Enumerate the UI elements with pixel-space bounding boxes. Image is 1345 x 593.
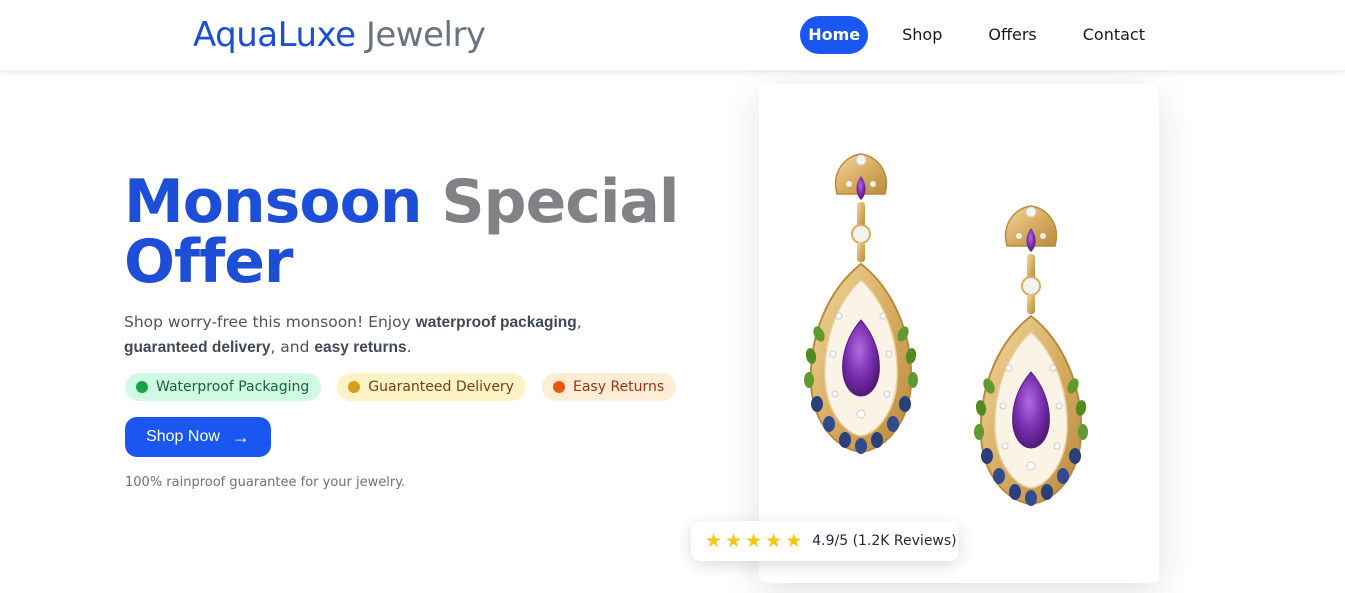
badge-label: Waterproof Packaging xyxy=(156,379,310,395)
product-image-card[interactable] xyxy=(759,84,1159,583)
orange-dot-icon xyxy=(552,381,565,393)
green-dot-icon xyxy=(136,381,148,393)
star-icon: ★ xyxy=(785,529,803,552)
badge-delivery: Guaranteed Delivery xyxy=(337,373,526,401)
desc-highlight-delivery: guaranteed delivery xyxy=(124,339,271,356)
feature-badges: Waterproof Packaging Guaranteed Delivery… xyxy=(125,373,677,401)
desc-sep-1: , xyxy=(576,313,582,331)
hero-title-line2: Offer xyxy=(124,227,294,297)
hero-title-word2: Special xyxy=(441,167,679,237)
star-icon: ★ xyxy=(725,529,743,552)
badge-waterproof: Waterproof Packaging xyxy=(125,373,322,401)
guarantee-note: 100% rainproof guarantee for your jewelr… xyxy=(125,475,406,490)
site-logo[interactable]: AquaLuxe Jewelry xyxy=(193,14,486,56)
hero-title: Monsoon Special Offer xyxy=(124,172,679,297)
star-icon: ★ xyxy=(745,529,763,552)
desc-highlight-returns: easy returns xyxy=(314,339,407,356)
nav-contact[interactable]: Contact xyxy=(1071,16,1157,54)
desc-prefix: Shop worry-free this monsoon! Enjoy xyxy=(124,313,416,331)
star-icon: ★ xyxy=(765,529,783,552)
main-nav: Home Shop Offers Contact xyxy=(800,16,1157,54)
hero-description: Shop worry-free this monsoon! Enjoy wate… xyxy=(124,310,664,360)
shop-now-label: Shop Now xyxy=(146,428,220,445)
nav-offers[interactable]: Offers xyxy=(976,16,1048,54)
nav-shop[interactable]: Shop xyxy=(890,16,954,54)
logo-brand: AquaLuxe xyxy=(193,15,356,55)
arrow-right-icon: → xyxy=(231,426,250,447)
earrings-illustration xyxy=(804,153,1088,506)
desc-highlight-waterproof: waterproof packaging xyxy=(415,314,577,331)
left-earring xyxy=(804,153,918,454)
desc-sep-2: , and xyxy=(270,338,315,356)
badge-label: Easy Returns xyxy=(572,379,665,395)
rating-stars: ★ ★ ★ ★ ★ xyxy=(705,529,803,552)
badge-label: Guaranteed Delivery xyxy=(368,379,514,395)
nav-home[interactable]: Home xyxy=(800,16,869,54)
logo-suffix: Jewelry xyxy=(365,15,486,55)
star-icon: ★ xyxy=(705,529,723,552)
yellow-dot-icon xyxy=(348,381,361,393)
shop-now-button[interactable]: Shop Now → xyxy=(125,417,271,457)
rating-text: 4.9/5 (1.2K Reviews) xyxy=(812,533,957,549)
badge-returns: Easy Returns xyxy=(541,373,677,401)
rating-badge: ★ ★ ★ ★ ★ 4.9/5 (1.2K Reviews) xyxy=(691,521,959,561)
site-header: AquaLuxe Jewelry Home Shop Offers Contac… xyxy=(0,0,1345,71)
desc-suffix: . xyxy=(406,338,412,356)
right-earring xyxy=(974,205,1088,506)
